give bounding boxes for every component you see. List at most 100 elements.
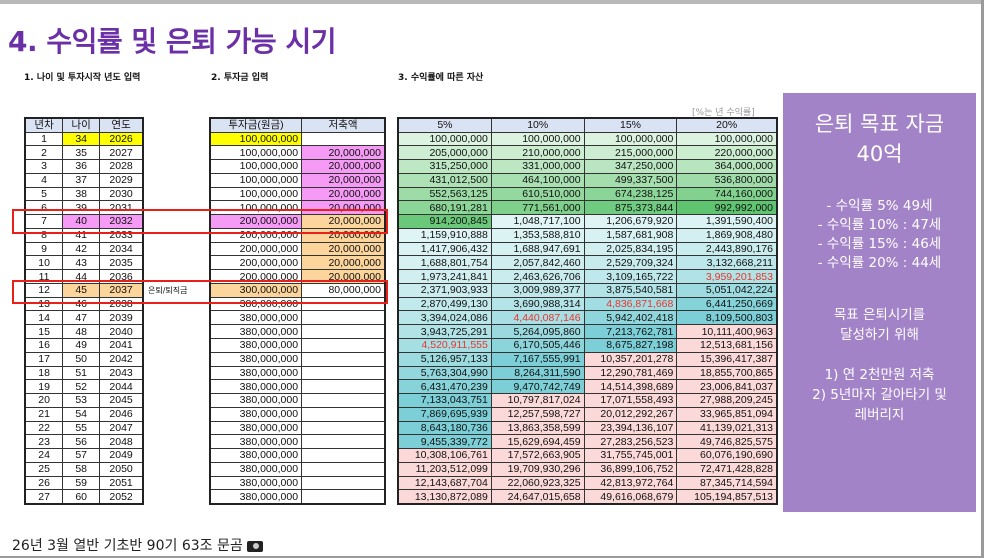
table-row: 12,143,687,704 22,060,923,325 42,813,972,7… — [397, 475, 778, 491]
return-cell: 2,870,499,130 — [397, 296, 492, 312]
column-header: 10% — [490, 117, 585, 133]
window-frame-top — [0, 0, 984, 4]
table-row: 5 38 2030 — [24, 186, 144, 202]
return-cell: 1,048,717,100 — [490, 214, 585, 229]
return-cell: 14,514,398,689 — [583, 379, 678, 395]
plan-3: 레버리지 — [854, 407, 905, 423]
return-cell: 4,520,911,555 — [397, 337, 492, 353]
age-cell: 50 — [62, 351, 101, 367]
return-cell: 24,647,015,658 — [490, 489, 585, 505]
age-cell: 59 — [62, 475, 101, 491]
table-row: 200,000,000 20,000,000 — [209, 255, 386, 271]
return-cell: 15,629,694,459 — [490, 434, 585, 450]
table-row: 11,203,512,099 19,709,930,296 36,899,106,7… — [397, 461, 778, 477]
return-cell: 11,203,512,099 — [397, 461, 492, 477]
section-1-label: 1. 나이 및 투자시작 년도 입력 — [24, 73, 141, 83]
table-row: 380,000,000 — [209, 365, 386, 381]
age-cell: 36 — [62, 159, 101, 174]
return-cell: 771,561,000 — [490, 200, 585, 216]
age-cell: 57 — [62, 448, 101, 463]
return-cell: 10,308,106,761 — [397, 448, 492, 463]
return-cell: 7,133,043,751 — [397, 393, 492, 408]
table-row: 17 50 2042 — [24, 351, 144, 367]
table-row: 4 37 2029 — [24, 172, 144, 188]
return-cell: 17,572,663,905 — [490, 448, 585, 463]
invest-cell: 380,000,000 — [209, 365, 303, 381]
table-row: 2,870,499,130 3,690,988,314 4,836,871,668 6… — [397, 296, 778, 312]
table-row: 24 57 2049 — [24, 448, 144, 463]
invest-cell: 380,000,000 — [209, 489, 303, 505]
table-row: 380,000,000 — [209, 351, 386, 367]
age-cell: 2040 — [99, 324, 144, 339]
return-cell: 7,213,762,781 — [583, 324, 678, 339]
return-cell: 992,992,000 — [676, 200, 778, 216]
invest-cell: 380,000,000 — [209, 475, 303, 491]
return-cell: 100,000,000 — [397, 131, 492, 147]
invest-cell — [301, 337, 386, 353]
return-cell: 610,510,000 — [490, 186, 585, 202]
age-cell: 54 — [62, 406, 101, 422]
return-cell: 36,899,106,752 — [583, 461, 678, 477]
return-cell: 17,071,558,493 — [583, 393, 678, 408]
table-row: 2,371,903,933 3,009,989,377 3,875,540,581 5… — [397, 282, 778, 298]
table-row: 200,000,000 20,000,000 — [209, 241, 386, 257]
return-cell: 87,345,714,594 — [676, 475, 778, 491]
table-row: 3,394,024,086 4,440,087,146 5,942,402,418 8… — [397, 310, 778, 326]
column-header: 5% — [397, 117, 492, 133]
return-cell: 8,264,311,590 — [490, 365, 585, 381]
table-row: 380,000,000 — [209, 379, 386, 395]
table-row: 380,000,000 — [209, 324, 386, 339]
table-row: 27 60 2052 — [24, 489, 144, 505]
return-cell: 536,800,000 — [676, 172, 778, 188]
invest-cell: 20,000,000 — [301, 159, 386, 174]
return-cell: 552,563,125 — [397, 186, 492, 202]
age-cell: 2048 — [99, 434, 144, 450]
invest-cell: 20,000,000 — [301, 186, 386, 202]
return-cell: 1,869,908,480 — [676, 227, 778, 243]
age-cell: 4 — [24, 172, 64, 188]
return-cell: 5,763,304,990 — [397, 365, 492, 381]
retire-age-item: - 수익률 10% : 47세 — [817, 217, 942, 233]
table-row: 205,000,000 210,000,000 215,000,000 220,000… — [397, 145, 778, 161]
invest-cell — [301, 131, 386, 147]
footer-caption: 26년 3월 열반 기초반 90기 63조 문곰 — [12, 535, 263, 555]
invest-table: 투자금(원금) 저축액 100,000,000 100,000,000 20,000,0… — [209, 117, 386, 505]
table-row: 380,000,000 — [209, 475, 386, 491]
age-cell: 2027 — [99, 145, 144, 161]
table-row: 380,000,000 — [209, 393, 386, 408]
invest-cell — [301, 420, 386, 436]
table-row: 2 35 2027 — [24, 145, 144, 161]
table-row: 1,159,910,888 1,353,588,810 1,587,681,908 1… — [397, 227, 778, 243]
return-cell: 27,283,256,523 — [583, 434, 678, 450]
table-row: 25 58 2050 — [24, 461, 144, 477]
return-cell: 1,688,947,691 — [490, 241, 585, 257]
table-row: 20 53 2045 — [24, 393, 144, 408]
invest-cell — [301, 324, 386, 339]
return-cell: 41,139,021,313 — [676, 420, 778, 436]
age-cell: 2029 — [99, 172, 144, 188]
age-cell: 2 — [24, 145, 64, 161]
return-cell: 914,200,845 — [397, 214, 492, 229]
age-table: 년차 나이 연도 1 34 2026 2 35 2027 3 36 2028 4 37 2029 5 38 203… — [24, 117, 144, 505]
table-row: 7,869,695,939 12,257,598,727 20,012,292,26… — [397, 406, 778, 422]
table-row: 380,000,000 — [209, 489, 386, 505]
camera-icon — [246, 540, 263, 552]
slide-title: 4. 수익률 및 은퇴 가능 시기 — [8, 25, 336, 58]
return-cell: 23,394,136,107 — [583, 420, 678, 436]
age-cell: 52 — [62, 379, 101, 395]
table-row: 380,000,000 — [209, 310, 386, 326]
panel-sub-2: 달성하기 위해 — [840, 327, 919, 343]
invest-cell: 380,000,000 — [209, 434, 303, 450]
table-row: 914,200,845 1,048,717,100 1,206,679,920 1,3… — [397, 214, 778, 229]
return-cell: 9,470,742,749 — [490, 379, 585, 395]
return-cell: 12,257,598,727 — [490, 406, 585, 422]
return-cell: 2,529,709,324 — [583, 255, 678, 271]
column-header: 20% — [676, 117, 778, 133]
invest-cell: 100,000,000 — [209, 159, 303, 174]
table-row: 9 42 2034 — [24, 241, 144, 257]
table-row: 18 51 2043 — [24, 365, 144, 381]
age-cell: 2045 — [99, 393, 144, 408]
age-cell: 47 — [62, 310, 101, 326]
panel-title: 은퇴 목표 자금 — [814, 112, 945, 136]
retirement-goal-panel: 은퇴 목표 자금 40억 - 수익률 5% 49세 - 수익률 10% : 47세 -… — [783, 93, 976, 512]
